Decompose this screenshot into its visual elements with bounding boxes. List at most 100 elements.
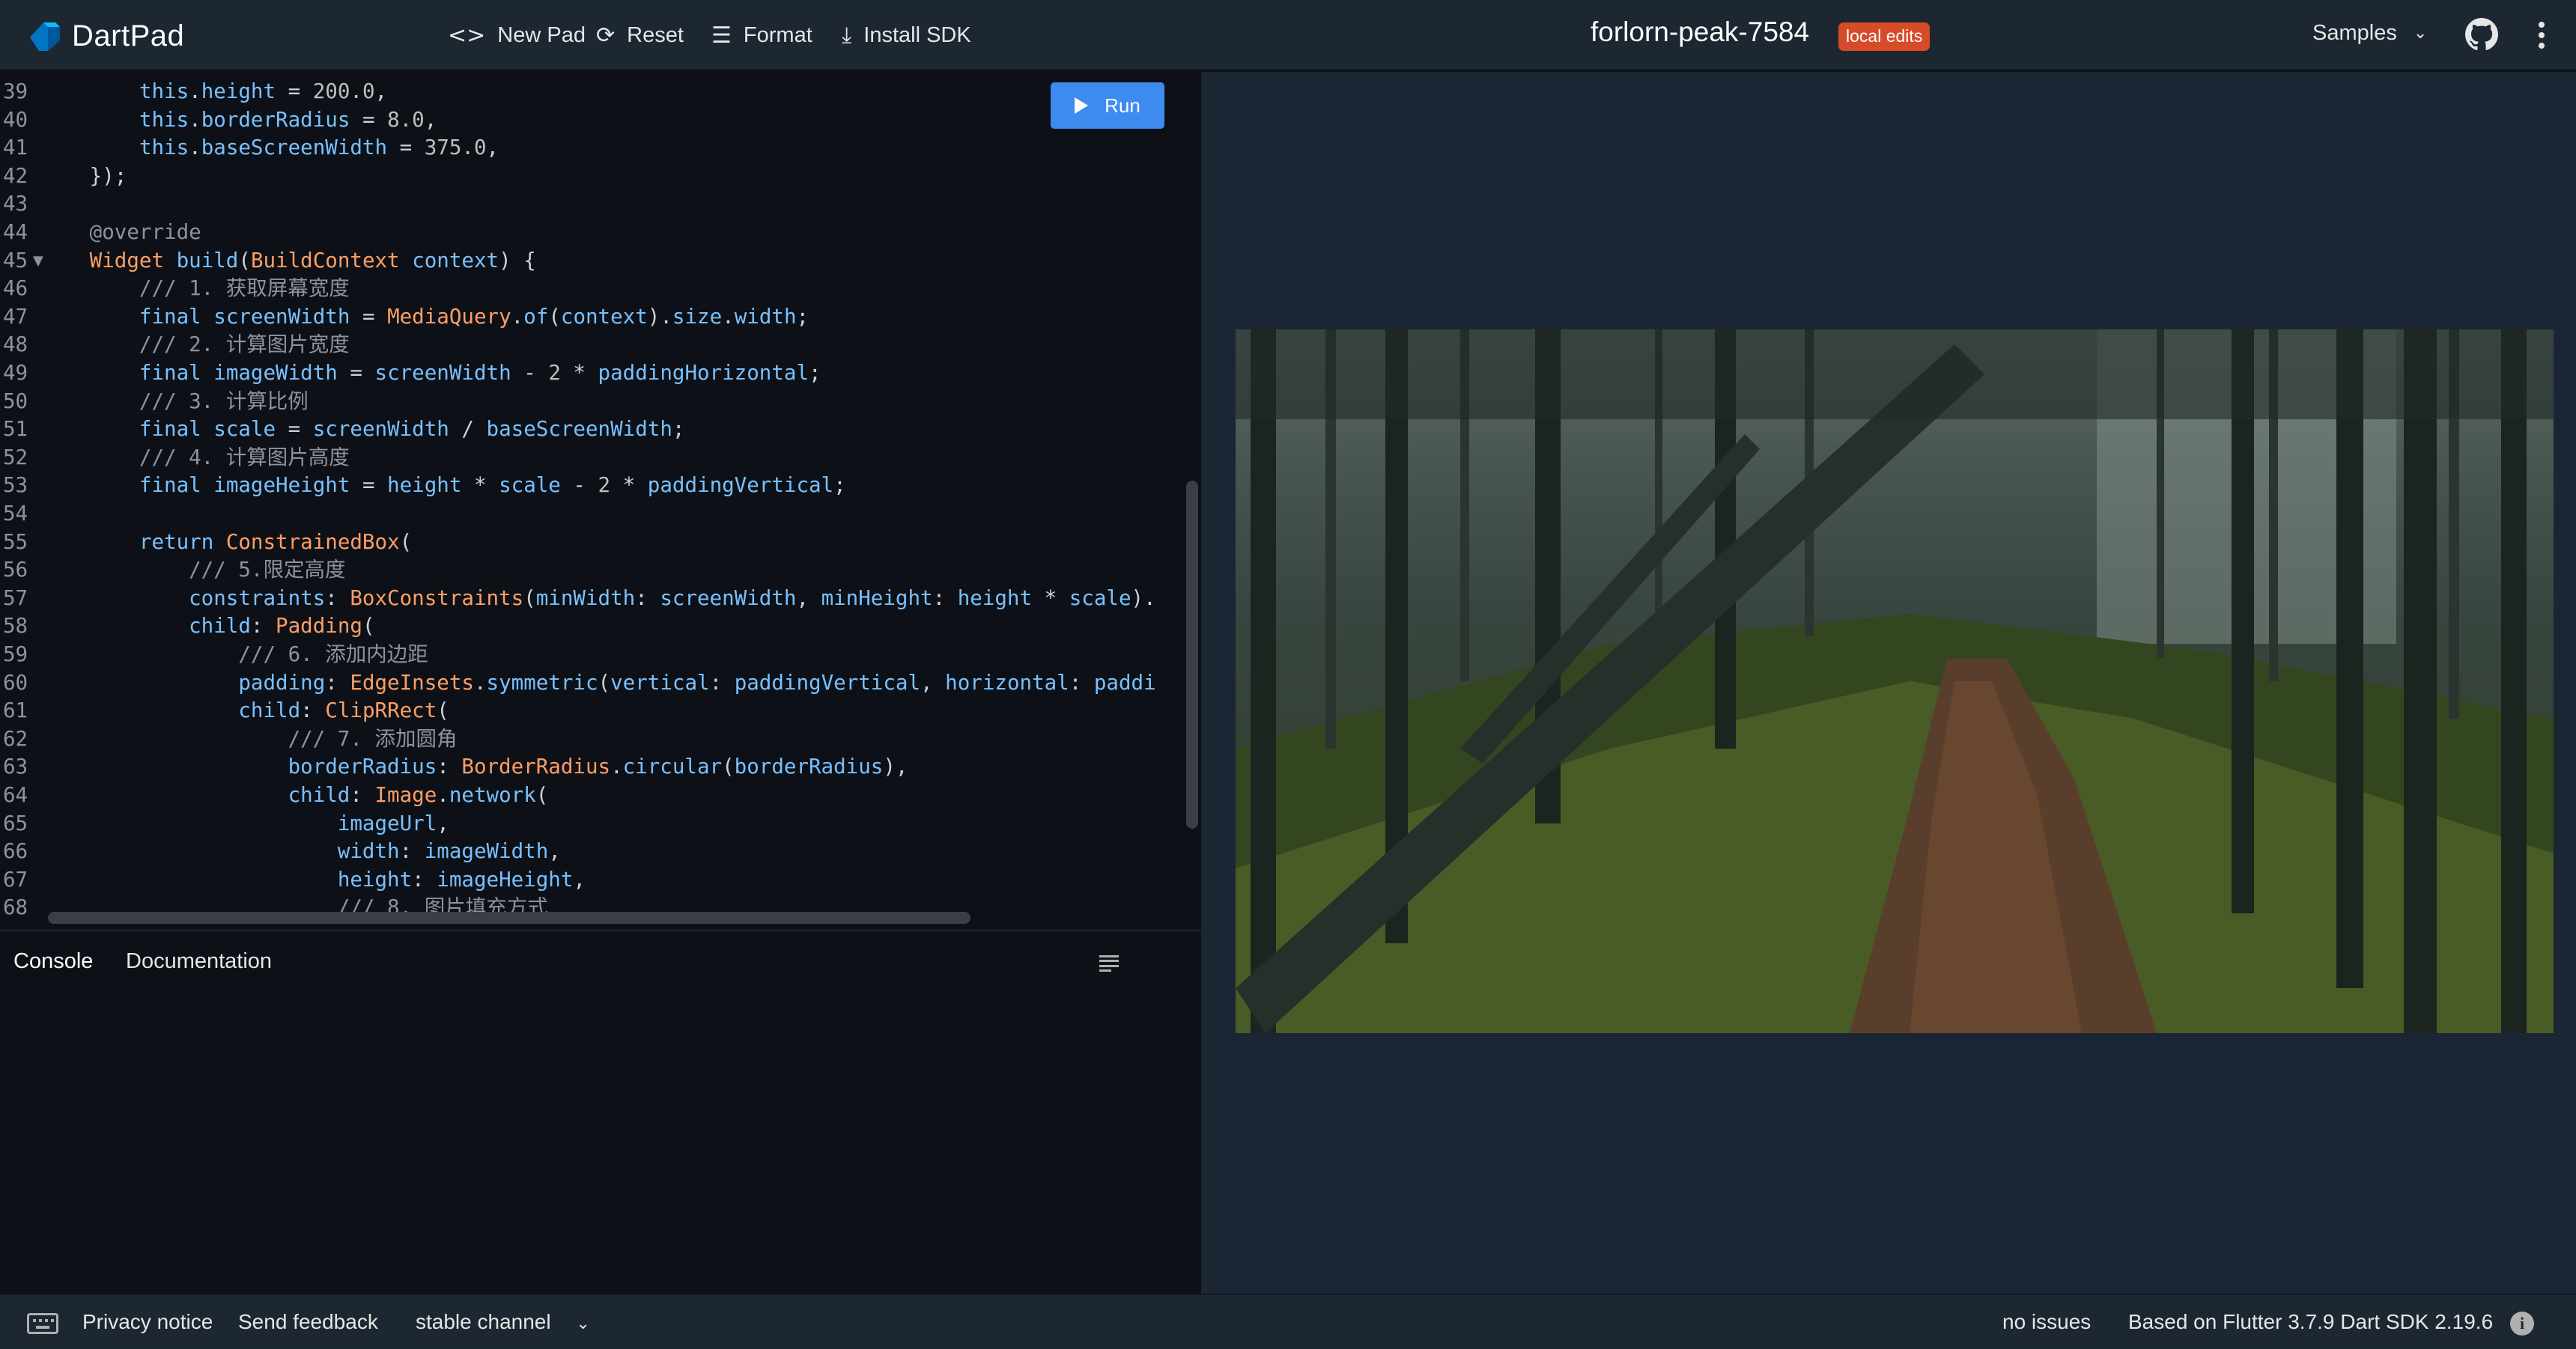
line-number: 57 [3,585,28,610]
code-line[interactable]: 62 /// 7. 添加圆角 [0,725,1191,753]
code-line[interactable]: 39 this.height = 200.0, [0,78,1191,106]
dartpad-logo[interactable]: DartPad [25,16,184,55]
line-number: 41 [3,135,28,160]
info-icon[interactable]: i [2510,1312,2534,1336]
code-line[interactable]: 41 this.baseScreenWidth = 375.0, [0,134,1191,162]
clear-console-icon[interactable] [1099,955,1119,972]
github-icon[interactable] [2465,18,2498,51]
line-number: 62 [3,726,28,751]
local-edits-badge: local edits [1838,22,1931,51]
tab-documentation[interactable]: Documentation [126,949,272,974]
privacy-notice-link[interactable]: Privacy notice [82,1310,213,1334]
code-line[interactable]: 49 final imageWidth = screenWidth - 2 * … [0,359,1191,387]
chevron-down-icon: ⌄ [2413,24,2428,43]
code-text: /// 1. 获取屏幕宽度 [89,276,350,301]
code-line[interactable]: 52 /// 4. 计算图片高度 [0,444,1191,472]
line-number: 45 [3,248,28,272]
code-text: height: imageHeight, [337,867,586,892]
code-text: final imageHeight = height * scale - 2 *… [139,473,846,498]
line-number: 61 [3,698,28,723]
more-vert-icon[interactable] [2531,18,2552,52]
code-line[interactable]: 54 [0,500,1191,528]
forest-scene [1236,329,2554,1033]
install-sdk-button[interactable]: ⤓ Install SDK [842,18,971,52]
download-icon: ⤓ [842,22,852,49]
code-text: child: Image.network( [288,783,549,807]
run-button[interactable]: Run [1051,82,1164,129]
code-text: this.height = 200.0, [139,79,388,103]
code-text: this.borderRadius = 8.0, [139,107,437,132]
sdk-version: Based on Flutter 3.7.9 Dart SDK 2.19.6 [2128,1310,2494,1333]
line-number: 66 [3,839,28,864]
code-line[interactable]: 56 /// 5.限定高度 [0,556,1191,584]
code-text: final imageWidth = screenWidth - 2 * pad… [139,361,821,385]
new-pad-button[interactable]: <> New Pad [448,18,586,52]
code-text: final screenWidth = MediaQuery.of(contex… [139,304,809,329]
code-line[interactable]: 66 width: imageWidth, [0,838,1191,865]
line-number: 63 [3,755,28,779]
format-button[interactable]: ☰ Format [711,18,812,52]
samples-label: Samples [2312,21,2397,45]
code-text: padding: EdgeInsets.symmetric(vertical: … [238,670,1156,695]
code-text: child: ClipRRect( [238,698,449,723]
code-line[interactable]: 64 child: Image.network( [0,782,1191,809]
panel-splitter[interactable] [1201,72,1212,1294]
format-label: Format [743,22,812,47]
code-text: @override [89,220,201,244]
issues-status: no issues [2002,1310,2092,1333]
code-line[interactable]: 40 this.borderRadius = 8.0, [0,106,1191,134]
editor-horizontal-scrollbar[interactable] [48,912,970,924]
code-text: final scale = screenWidth / baseScreenWi… [139,417,685,442]
code-editor[interactable]: 39 this.height = 200.0, 40 this.borderRad… [0,72,1201,930]
samples-dropdown[interactable]: Samples ⌄ [2312,21,2427,46]
code-line[interactable]: 60 padding: EdgeInsets.symmetric(vertica… [0,669,1191,697]
console-panel: Console Documentation [0,930,1201,1294]
code-line[interactable]: 43 [0,190,1191,218]
code-text: /// 3. 计算比例 [89,389,309,413]
code-line[interactable]: 48 /// 2. 计算图片宽度 [0,331,1191,359]
line-number: 59 [3,642,28,666]
line-number: 46 [3,276,28,301]
code-line[interactable]: 46 /// 1. 获取屏幕宽度 [0,275,1191,302]
keyboard-icon[interactable] [27,1313,58,1334]
code-text: /// 4. 计算图片高度 [89,445,350,469]
code-line[interactable]: 45 Widget build(BuildContext context) {▼ [0,247,1191,275]
code-line[interactable]: 44 @override [0,219,1191,246]
reset-button[interactable]: ⟳ Reset [596,18,684,52]
line-number: 53 [3,473,28,498]
editor-vertical-scrollbar[interactable] [1186,481,1198,829]
code-line[interactable]: 63 borderRadius: BorderRadius.circular(b… [0,753,1191,781]
chevron-down-icon: ⌄ [576,1315,590,1333]
line-number: 43 [3,192,28,216]
code-line[interactable]: 57 constraints: BoxConstraints(minWidth:… [0,585,1191,612]
line-number: 60 [3,670,28,695]
channel-dropdown[interactable]: stable channel ⌄ [416,1310,590,1334]
code-line[interactable]: 51 final scale = screenWidth / baseScree… [0,415,1191,443]
code-text: }); [52,163,127,188]
play-icon [1075,97,1089,114]
app-name: DartPad [72,19,185,52]
code-line[interactable]: 59 /// 6. 添加内边距 [0,641,1191,669]
code-icon: <> [448,22,486,49]
send-feedback-link[interactable]: Send feedback [238,1310,378,1334]
code-line[interactable]: 47 final screenWidth = MediaQuery.of(con… [0,303,1191,331]
line-number: 39 [3,79,28,103]
fold-arrow-icon[interactable]: ▼ [33,247,43,275]
line-number: 67 [3,867,28,892]
pad-title[interactable]: forlorn-peak-7584 [1591,16,1809,48]
line-number: 51 [3,417,28,442]
code-text: child: Padding( [189,614,375,639]
code-line[interactable]: 67 height: imageHeight, [0,866,1191,894]
line-number: 48 [3,332,28,357]
code-line[interactable]: 58 child: Padding( [0,612,1191,640]
code-line[interactable]: 42 }); [0,162,1191,190]
code-line[interactable]: 61 child: ClipRRect( [0,697,1191,725]
tab-console[interactable]: Console [13,949,93,974]
code-line[interactable]: 53 final imageHeight = height * scale - … [0,472,1191,499]
code-line[interactable]: 55 return ConstrainedBox( [0,529,1191,556]
line-number: 68 [3,895,28,920]
code-line[interactable]: 65 imageUrl, [0,810,1191,838]
code-line[interactable]: 50 /// 3. 计算比例 [0,388,1191,415]
code-text: /// 7. 添加圆角 [89,726,458,751]
